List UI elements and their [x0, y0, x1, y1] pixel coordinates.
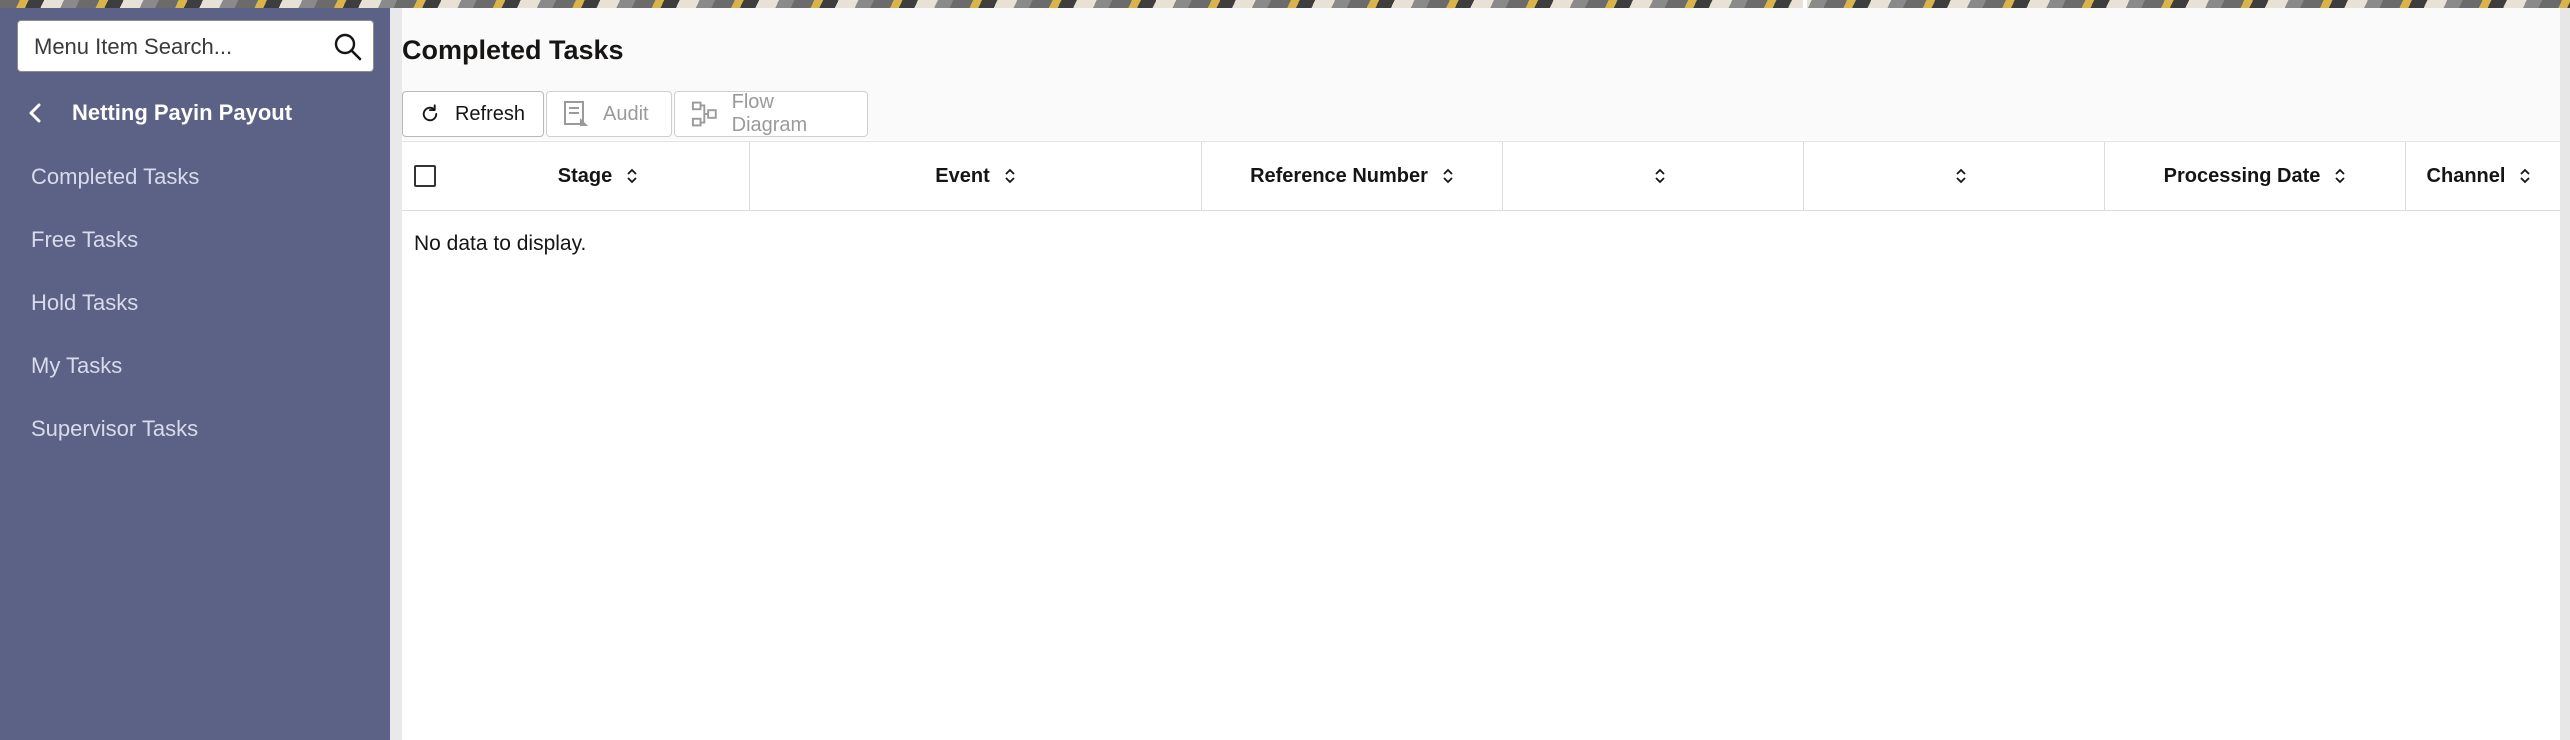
sidebar-item-free-tasks[interactable]: Free Tasks [31, 227, 138, 253]
main-content: Completed Tasks Refresh Audit Flow Diagr… [390, 8, 2570, 740]
toolbar: Refresh Audit Flow Diagram [402, 91, 870, 139]
sort-icon[interactable] [2519, 167, 2531, 185]
column-header-unnamed-1[interactable] [1503, 142, 1804, 210]
vertical-scrollbar[interactable] [2560, 8, 2570, 740]
top-banner [0, 0, 2570, 8]
chevron-left-icon[interactable] [22, 99, 50, 127]
column-header-stage[interactable]: Stage [447, 142, 750, 210]
audit-button[interactable]: Audit [546, 91, 672, 137]
audit-icon [564, 101, 588, 126]
flow-diagram-label: Flow Diagram [731, 91, 808, 136]
nav-section-title: Netting Payin Payout [72, 100, 293, 125]
menu-search-input[interactable] [32, 30, 336, 64]
sidebar-item-supervisor-tasks[interactable]: Supervisor Tasks [31, 416, 198, 442]
flow-diagram-button[interactable]: Flow Diagram [674, 91, 868, 137]
refresh-button[interactable]: Refresh [402, 91, 544, 137]
audit-label: Audit [603, 102, 649, 125]
sort-icon[interactable] [1004, 167, 1016, 185]
column-label: Reference Number [1250, 164, 1428, 187]
sidebar-item-hold-tasks[interactable]: Hold Tasks [31, 290, 138, 316]
sort-icon[interactable] [626, 167, 638, 185]
column-header-unnamed-2[interactable] [1804, 142, 2105, 210]
sidebar-item-my-tasks[interactable]: My Tasks [31, 353, 122, 379]
table-body: No data to display. [402, 210, 2562, 740]
nav-section-header[interactable]: Netting Payin Payout [0, 88, 390, 138]
column-header-event[interactable]: Event [750, 142, 1202, 210]
refresh-icon [422, 104, 438, 122]
column-label: Channel [2426, 164, 2506, 187]
column-header-processing-date[interactable]: Processing Date [2105, 142, 2406, 210]
menu-search[interactable] [17, 20, 374, 72]
column-label: Processing Date [2163, 164, 2321, 187]
sort-icon[interactable] [1955, 167, 1967, 185]
page-title: Completed Tasks [402, 35, 624, 65]
sidebar: Netting Payin Payout Completed Tasks Fre… [0, 8, 390, 740]
column-header-reference-number[interactable]: Reference Number [1202, 142, 1503, 210]
flow-diagram-icon [691, 101, 717, 127]
sort-icon[interactable] [1442, 167, 1454, 185]
column-header-channel[interactable]: Channel [2406, 142, 2552, 210]
table-header: Stage Event Reference Number Processing … [402, 141, 2562, 211]
search-icon[interactable] [333, 32, 363, 62]
sort-icon[interactable] [1654, 167, 1666, 185]
content-divider [390, 8, 402, 740]
select-all-cell [402, 142, 447, 210]
select-all-checkbox[interactable] [413, 165, 436, 187]
empty-table-message: No data to display. [414, 232, 587, 255]
column-label: Stage [557, 164, 613, 187]
refresh-label: Refresh [454, 102, 525, 125]
sidebar-item-completed-tasks[interactable]: Completed Tasks [31, 164, 199, 190]
column-label: Event [935, 164, 990, 187]
sort-icon[interactable] [2334, 167, 2346, 185]
